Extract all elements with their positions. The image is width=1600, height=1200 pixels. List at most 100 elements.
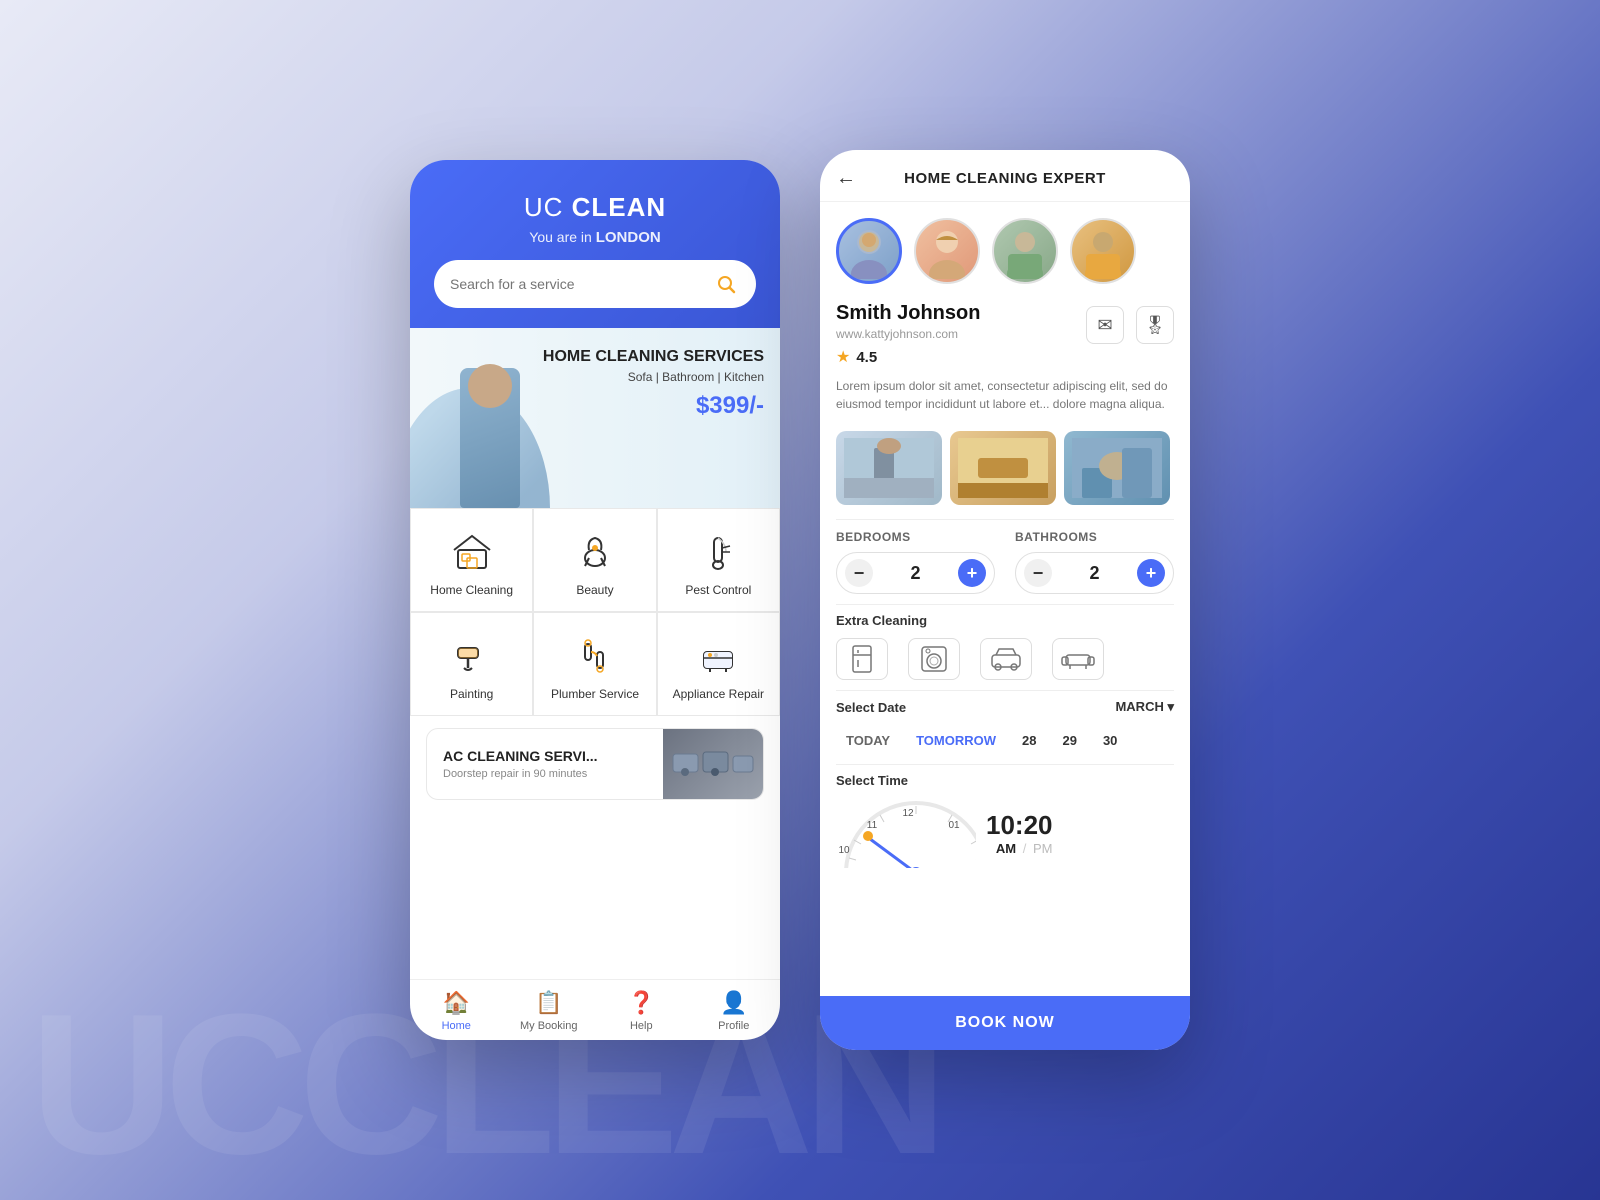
bathrooms-counter: − 2 + <box>1015 552 1174 594</box>
rating-value: 4.5 <box>856 349 877 366</box>
svg-text:01: 01 <box>948 820 960 831</box>
am-label[interactable]: AM <box>996 841 1016 856</box>
month-selector[interactable]: MARCH ▾ <box>1115 699 1174 715</box>
app-header: UC CLEAN You are in LONDON <box>410 160 780 328</box>
bedrooms-value: 2 <box>910 563 920 584</box>
bathrooms-value: 2 <box>1089 563 1099 584</box>
date-row: TODAY TOMORROW 28 29 30 <box>836 725 1174 756</box>
nav-booking[interactable]: 📋 My Booking <box>503 990 596 1032</box>
app-title-bold: CLEAN <box>572 192 667 222</box>
ac-card-image <box>663 729 763 799</box>
extra-washer[interactable] <box>908 638 960 680</box>
extra-sofa[interactable] <box>1052 638 1104 680</box>
bedrooms-decrement[interactable]: − <box>845 559 873 587</box>
bathrooms-decrement[interactable]: − <box>1024 559 1052 587</box>
ac-promo-card[interactable]: AC CLEANING SERVI... Doorstep repair in … <box>426 728 764 800</box>
extra-cleaning-label: Extra Cleaning <box>836 613 1174 628</box>
app-title: UC CLEAN <box>434 192 756 223</box>
service-plumber[interactable]: Plumber Service <box>533 612 656 716</box>
service-painting-label: Painting <box>450 687 493 701</box>
avatar-3[interactable] <box>992 218 1058 284</box>
beauty-icon <box>570 527 620 577</box>
search-input[interactable] <box>450 276 712 292</box>
phone-left: UC CLEAN You are in LONDON HOME CL <box>410 160 780 1040</box>
extra-fridge[interactable] <box>836 638 888 680</box>
home-cleaning-icon <box>447 527 497 577</box>
location-prefix: You are in <box>529 229 592 245</box>
service-pest-control-label: Pest Control <box>685 583 751 597</box>
date-29[interactable]: 29 <box>1052 725 1086 756</box>
time-selection-section: Select Time <box>820 765 1190 878</box>
profile-nav-icon: 👤 <box>720 990 747 1016</box>
star-icon: ★ <box>836 347 850 367</box>
svg-text:12: 12 <box>902 808 914 819</box>
date-selection-section: Select Date MARCH ▾ TODAY TOMORROW 28 29… <box>820 691 1190 764</box>
select-date-label: Select Date <box>836 700 906 715</box>
services-grid: Home Cleaning Beauty <box>410 508 780 716</box>
service-pest-control[interactable]: Pest Control <box>657 508 780 612</box>
avatar-2[interactable] <box>914 218 980 284</box>
service-appliance[interactable]: Appliance Repair <box>657 612 780 716</box>
promo-banner[interactable]: HOME CLEANING SERVICES Sofa | Bathroom |… <box>410 328 780 508</box>
service-home-cleaning[interactable]: Home Cleaning <box>410 508 533 612</box>
avatar-1[interactable] <box>836 218 902 284</box>
expert-url: www.kattyjohnson.com <box>836 327 1086 341</box>
banner-content: HOME CLEANING SERVICES Sofa | Bathroom |… <box>543 348 764 420</box>
clock-time-display: 10:20 <box>986 810 1053 841</box>
home-nav-icon: 🏠 <box>443 990 470 1016</box>
banner-title: HOME CLEANING SERVICES <box>543 348 764 366</box>
extra-car[interactable] <box>980 638 1032 680</box>
bedrooms-label: BEDROOMS <box>836 530 995 544</box>
location-text: You are in LONDON <box>434 229 756 246</box>
date-today[interactable]: TODAY <box>836 725 900 756</box>
extra-cleaning-section: Extra Cleaning <box>820 605 1190 690</box>
month-value: MARCH <box>1115 699 1163 714</box>
search-bar[interactable] <box>434 260 756 308</box>
nav-help[interactable]: ❓ Help <box>595 990 688 1032</box>
book-now-button[interactable]: BOOK NOW <box>820 996 1190 1050</box>
nav-profile-label: Profile <box>718 1020 749 1032</box>
nav-booking-label: My Booking <box>520 1020 577 1032</box>
message-button[interactable]: ✉ <box>1086 306 1124 344</box>
bedrooms-increment[interactable]: + <box>958 559 986 587</box>
time-value: 10:20 AM / PM <box>986 810 1053 856</box>
profile-action-buttons: ✉ 🎖 <box>1086 302 1174 344</box>
ac-card-text: AC CLEANING SERVI... Doorstep repair in … <box>427 734 663 794</box>
bedrooms-block: BEDROOMS − 2 + <box>836 530 995 594</box>
work-photo-3[interactable] <box>1064 431 1170 505</box>
rating-row: ★ 4.5 <box>836 347 1086 367</box>
date-tomorrow[interactable]: TOMORROW <box>906 725 1006 756</box>
work-photo-1[interactable] <box>836 431 942 505</box>
search-icon[interactable] <box>712 270 740 298</box>
date-header: Select Date MARCH ▾ <box>836 699 1174 715</box>
service-appliance-label: Appliance Repair <box>673 687 764 701</box>
service-painting[interactable]: Painting <box>410 612 533 716</box>
bathrooms-increment[interactable]: + <box>1137 559 1165 587</box>
pm-label[interactable]: PM <box>1033 841 1053 856</box>
detail-header: ← HOME CLEANING EXPERT <box>820 150 1190 202</box>
work-photos-row <box>820 425 1190 519</box>
back-button[interactable]: ← <box>836 167 856 190</box>
profile-section: Smith Johnson www.kattyjohnson.com ★ 4.5… <box>820 292 1190 377</box>
app-title-plain: UC <box>524 192 564 222</box>
nav-profile[interactable]: 👤 Profile <box>688 990 781 1032</box>
service-beauty-label: Beauty <box>576 583 613 597</box>
service-beauty[interactable]: Beauty <box>533 508 656 612</box>
nav-home[interactable]: 🏠 Home <box>410 990 503 1032</box>
work-photo-2[interactable] <box>950 431 1056 505</box>
clock-dial[interactable]: 12 11 10 01 02 <box>836 798 976 868</box>
date-30[interactable]: 30 <box>1093 725 1127 756</box>
plumber-icon <box>570 631 620 681</box>
time-display: 12 11 10 01 02 10:20 AM / <box>836 798 1174 868</box>
ac-card-subtitle: Doorstep repair in 90 minutes <box>443 768 647 780</box>
banner-price: $399/- <box>543 392 764 420</box>
booking-nav-icon: 📋 <box>535 990 562 1016</box>
extra-icons-row <box>836 638 1174 680</box>
bedrooms-counter: − 2 + <box>836 552 995 594</box>
expert-profile-info: Smith Johnson www.kattyjohnson.com ★ 4.5 <box>836 302 1086 367</box>
bathrooms-label: BATHROOMS <box>1015 530 1174 544</box>
avatar-4[interactable] <box>1070 218 1136 284</box>
date-28[interactable]: 28 <box>1012 725 1046 756</box>
expert-avatars-row <box>820 202 1190 292</box>
badge-button[interactable]: 🎖 <box>1136 306 1174 344</box>
